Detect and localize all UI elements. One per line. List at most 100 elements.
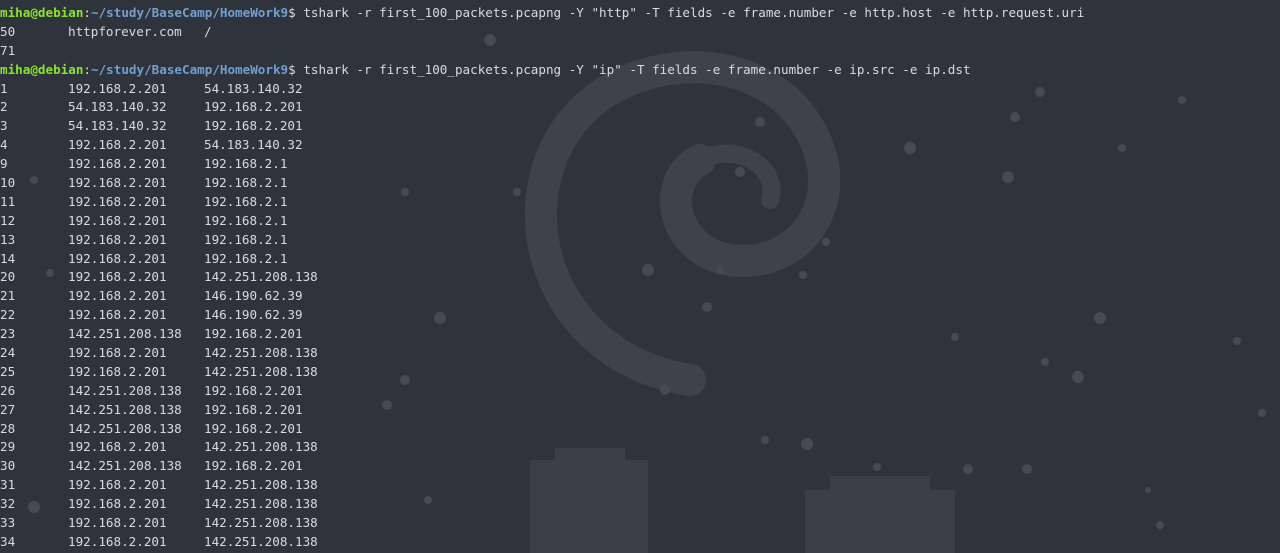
frame-number: 29 [0,439,16,455]
prompt-user: miha@debian [0,61,84,77]
output-row: 28 142.251.208.138 192.168.2.201 [0,420,1084,439]
output-block-ip: 1 192.168.2.201 54.183.140.32 2 54.183.140.3… [0,80,1084,552]
output-block-http: 50 httpforever.com / 71 [0,23,1084,61]
output-row: 29 192.168.2.201 142.251.208.138 [0,438,1084,457]
field-value-1: 192.168.2.201 [68,193,167,209]
field-value-2: 142.251.208.138 [204,477,318,493]
frame-number: 32 [0,496,16,512]
field-value-1: 142.251.208.138 [68,420,182,436]
output-row: 21 192.168.2.201 146.190.62.39 [0,287,1084,306]
field-value-1: 142.251.208.138 [68,382,182,398]
field-value-2: 192.168.2.201 [204,401,303,417]
field-value-1: 142.251.208.138 [68,401,182,417]
field-value-2: 192.168.2.1 [204,156,288,172]
field-value-2: 142.251.208.138 [204,439,318,455]
frame-number: 4 [0,137,8,153]
field-value-1: 192.168.2.201 [68,288,167,304]
field-value-2: 192.168.2.201 [204,326,303,342]
field-value-2: 192.168.2.201 [204,420,303,436]
field-value-2: 142.251.208.138 [204,515,318,531]
frame-number: 33 [0,515,16,531]
terminal-output: miha@debian:~/study/BaseCamp/HomeWork9$ … [0,4,1084,552]
field-value-2: 142.251.208.138 [204,533,318,549]
output-row: 13 192.168.2.201 192.168.2.1 [0,231,1084,250]
field-value-1: 192.168.2.201 [68,533,167,549]
frame-number: 28 [0,420,16,436]
field-value-1: httpforever.com [68,23,182,39]
field-value-2: 54.183.140.32 [204,80,303,96]
field-value-2: 192.168.2.201 [204,118,303,134]
output-row: 14 192.168.2.201 192.168.2.1 [0,250,1084,269]
frame-number: 71 [0,42,16,58]
frame-number: 11 [0,193,16,209]
field-value-2: 192.168.2.201 [204,99,303,115]
field-value-1: 192.168.2.201 [68,175,167,191]
frame-number: 25 [0,363,16,379]
frame-number: 1 [0,80,8,96]
frame-number: 34 [0,533,16,549]
frame-number: 31 [0,477,16,493]
field-value-1: 192.168.2.201 [68,496,167,512]
field-value-2: 192.168.2.1 [204,193,288,209]
frame-number: 9 [0,156,8,172]
field-value-1: 192.168.2.201 [68,231,167,247]
frame-number: 2 [0,99,8,115]
output-row: 4 192.168.2.201 54.183.140.32 [0,136,1084,155]
field-value-1: 192.168.2.201 [68,477,167,493]
field-value-2: 192.168.2.1 [204,175,288,191]
field-value-1: 54.183.140.32 [68,99,167,115]
output-row: 22 192.168.2.201 146.190.62.39 [0,306,1084,325]
output-row: 1 192.168.2.201 54.183.140.32 [0,80,1084,99]
output-row: 25 192.168.2.201 142.251.208.138 [0,363,1084,382]
frame-number: 27 [0,401,16,417]
field-value-1: 54.183.140.32 [68,118,167,134]
prompt-separator: : [83,5,91,20]
output-row: 31 192.168.2.201 142.251.208.138 [0,476,1084,495]
prompt-separator: : [83,61,91,77]
field-value-1: 192.168.2.201 [68,345,167,361]
output-row: 3 54.183.140.32 192.168.2.201 [0,117,1084,136]
field-value-1: 192.168.2.201 [68,269,167,285]
field-value-1: 142.251.208.138 [68,458,182,474]
field-value-2: 192.168.2.1 [204,212,288,228]
field-value-1: 192.168.2.201 [68,250,167,266]
prompt-symbol: $ [288,61,296,77]
command-text: tshark -r first_100_packets.pcapng -Y "h… [303,5,1085,20]
frame-number: 13 [0,231,16,247]
output-row: 71 [0,42,1084,61]
output-row: 26 142.251.208.138 192.168.2.201 [0,382,1084,401]
frame-number: 10 [0,175,16,191]
field-value-2: 146.190.62.39 [204,288,303,304]
field-value-1: 192.168.2.201 [68,156,167,172]
field-value-2: / [204,23,212,39]
output-row: 30 142.251.208.138 192.168.2.201 [0,457,1084,476]
command-text: tshark -r first_100_packets.pcapng -Y "i… [303,61,971,77]
output-row: 32 192.168.2.201 142.251.208.138 [0,495,1084,514]
prompt-line: miha@debian:~/study/BaseCamp/HomeWork9$ … [0,4,1084,23]
frame-number: 30 [0,458,16,474]
field-value-2: 192.168.2.1 [204,231,288,247]
frame-number: 12 [0,212,16,228]
field-value-2: 142.251.208.138 [204,363,318,379]
field-value-1: 192.168.2.201 [68,307,167,323]
field-value-2: 192.168.2.201 [204,382,303,398]
field-value-1: 192.168.2.201 [68,212,167,228]
field-value-1: 192.168.2.201 [68,515,167,531]
field-value-1: 192.168.2.201 [68,80,167,96]
field-value-1: 192.168.2.201 [68,363,167,379]
field-value-2: 146.190.62.39 [204,307,303,323]
frame-number: 50 [0,23,16,39]
field-value-2: 192.168.2.1 [204,250,288,266]
frame-number: 3 [0,118,8,134]
output-row: 23 142.251.208.138 192.168.2.201 [0,325,1084,344]
field-value-2: 142.251.208.138 [204,496,318,512]
output-row: 10 192.168.2.201 192.168.2.1 [0,174,1084,193]
prompt-path: ~/study/BaseCamp/HomeWork9 [91,61,289,77]
field-value-2: 142.251.208.138 [204,269,318,285]
frame-number: 23 [0,326,16,342]
field-value-1: 192.168.2.201 [68,439,167,455]
prompt-line: miha@debian:~/study/BaseCamp/HomeWork9$ … [0,61,1084,80]
output-row: 12 192.168.2.201 192.168.2.1 [0,212,1084,231]
frame-number: 21 [0,288,16,304]
output-row: 50 httpforever.com / [0,23,1084,42]
